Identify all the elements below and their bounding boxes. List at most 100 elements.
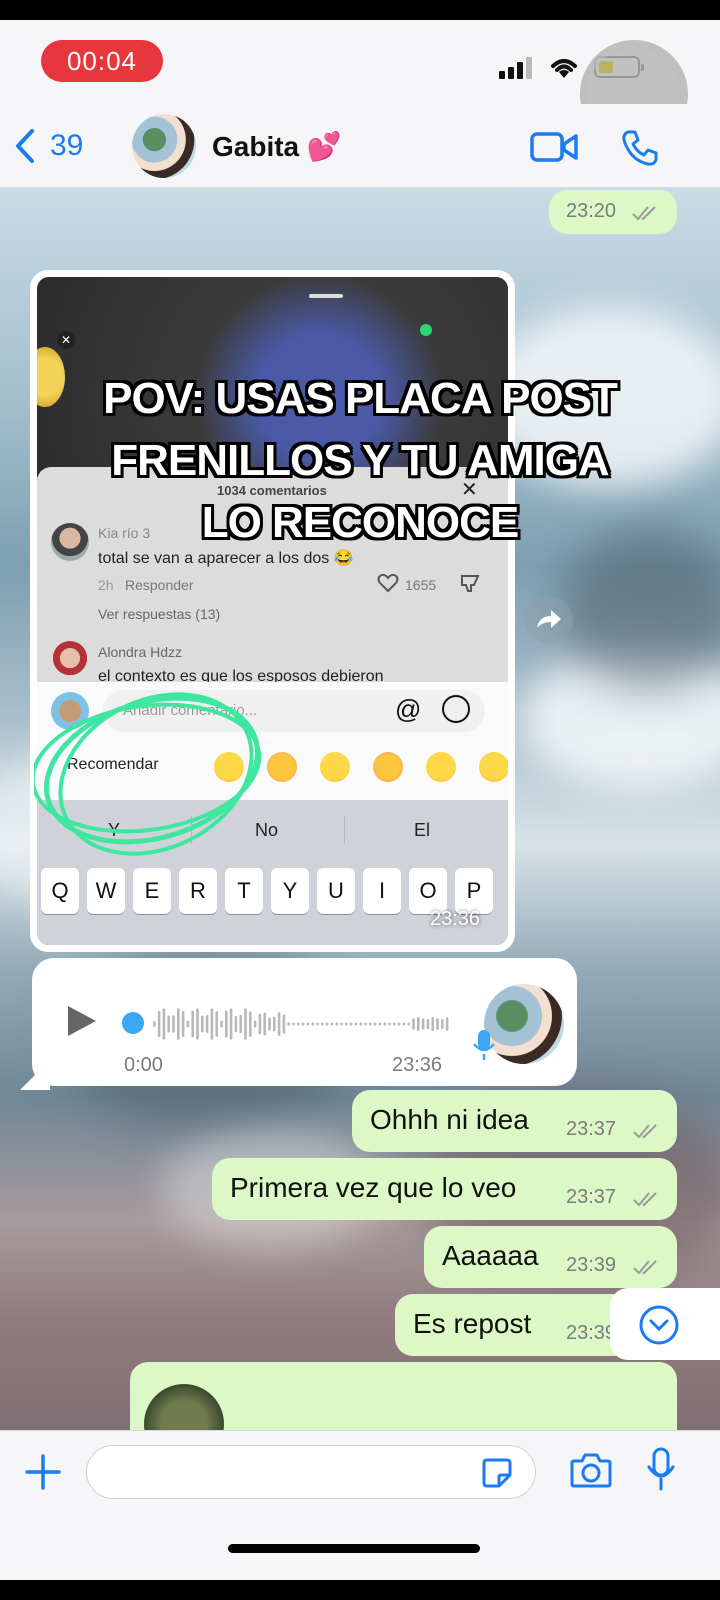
waveform-bar: [249, 1011, 252, 1037]
waveform-bar: [301, 1022, 305, 1026]
waveform-bar: [412, 1018, 415, 1030]
waveform-bar: [191, 1010, 194, 1038]
chat-header: 39 Gabita 💕: [0, 104, 720, 188]
waveform-bar: [172, 1015, 175, 1033]
message-input[interactable]: [86, 1445, 536, 1499]
voice-note-message[interactable]: 0:00 23:36: [32, 958, 577, 1086]
message-time: 23:39: [566, 1322, 617, 1344]
camera-icon[interactable]: [570, 1451, 612, 1489]
heart-icon: [377, 573, 399, 593]
forward-icon: [537, 610, 561, 628]
comment-age: 2h: [98, 577, 114, 593]
waveform-bar: [297, 1022, 300, 1026]
comment-username: Alondra Hdzz: [98, 644, 183, 660]
waveform-bar: [378, 1022, 382, 1026]
waveform-bar: [205, 1015, 209, 1033]
waveform-bar: [321, 1022, 324, 1026]
wifi-icon: [551, 59, 577, 78]
smirk-emoji-icon: [426, 752, 456, 782]
online-dot: [420, 324, 432, 336]
dislike-icon: [461, 575, 480, 592]
mention-icon: @: [395, 694, 422, 724]
read-ticks-icon: [633, 1192, 657, 1207]
waveform-bar: [153, 1021, 156, 1027]
back-button[interactable]: 39: [14, 124, 83, 168]
waveform-bar: [445, 1017, 449, 1031]
waveform-bar: [397, 1022, 401, 1026]
waveform-bar: [335, 1022, 338, 1026]
flushed-emoji-icon: [373, 752, 403, 782]
waveform-bar: [273, 1016, 276, 1032]
caption-line: LO RECONOCE: [201, 498, 520, 547]
waveform-bar: [441, 1019, 444, 1029]
cellular-signal-icon: [499, 57, 535, 79]
outgoing-message[interactable]: Ohhh ni idea 23:37: [352, 1090, 677, 1152]
waveform-bar: [268, 1017, 271, 1031]
message-time: 23:20: [566, 200, 617, 222]
waveform-bar: [330, 1022, 334, 1026]
waveform-bar: [393, 1022, 396, 1026]
close-icon: ✕: [57, 331, 75, 349]
waveform-bar: [349, 1022, 353, 1026]
waveform-bar: [306, 1022, 310, 1026]
waveform-bar: [369, 1022, 372, 1026]
waveform-bar: [354, 1022, 358, 1026]
message-input-bar: [0, 1430, 720, 1580]
key: I: [363, 868, 401, 914]
outgoing-message[interactable]: Primera vez que lo veo 23:37: [212, 1158, 677, 1220]
voice-time: 23:36: [392, 1054, 443, 1076]
waveform-bar: [244, 1008, 247, 1040]
waveform-bar: [282, 1014, 286, 1034]
waveform-bar: [215, 1011, 218, 1037]
unread-count: 39: [50, 129, 84, 162]
waveform-bar: [426, 1018, 430, 1030]
waveform-bar: [388, 1022, 391, 1026]
waveform-bar: [287, 1022, 290, 1026]
play-icon[interactable]: [66, 1004, 98, 1038]
waveform-bar: [181, 1010, 185, 1038]
smile-emoji-icon: [479, 752, 508, 782]
phone-call-icon[interactable]: [620, 128, 660, 168]
like-count: 1655: [405, 577, 437, 593]
scroll-to-bottom-button[interactable]: [610, 1288, 720, 1360]
waveform-bar: [373, 1022, 377, 1026]
waveform-bar: [407, 1022, 410, 1026]
view-replies-link: Ver respuestas (13): [98, 606, 221, 622]
waveform-bar: [253, 1020, 257, 1028]
message-time: 23:39: [566, 1254, 617, 1276]
waveform-bar: [186, 1020, 190, 1028]
outgoing-message[interactable]: 23:20: [549, 190, 677, 234]
emoji-icon: [442, 695, 470, 723]
sender-avatar: [484, 984, 564, 1064]
microphone-icon[interactable]: [646, 1447, 676, 1491]
contact-name[interactable]: Gabita 💕: [212, 130, 342, 163]
sticker-icon[interactable]: [481, 1457, 513, 1489]
read-ticks-icon: [633, 1124, 657, 1139]
waveform-bar: [316, 1022, 319, 1026]
message-text: Primera vez que lo veo: [230, 1172, 517, 1203]
waveform-bar: [292, 1022, 295, 1026]
waveform-bar: [201, 1015, 204, 1033]
chevron-left-icon: [16, 129, 34, 163]
read-ticks-icon: [632, 206, 656, 221]
microphone-icon: [473, 1030, 495, 1060]
waveform-bar: [157, 1010, 161, 1038]
plus-icon[interactable]: [24, 1453, 62, 1491]
forward-button[interactable]: [525, 596, 573, 644]
message-time: 23:37: [566, 1118, 617, 1140]
waveform-bar: [239, 1014, 242, 1034]
waveform-bar: [340, 1022, 343, 1026]
outgoing-message[interactable]: Aaaaaa 23:39: [424, 1226, 677, 1288]
screen-recording-indicator[interactable]: 00:04: [41, 40, 163, 82]
playback-knob[interactable]: [122, 1012, 144, 1034]
status-bar: 00:04: [0, 20, 720, 148]
waveform-bar: [325, 1022, 329, 1026]
contact-avatar[interactable]: [132, 114, 196, 178]
video-call-icon[interactable]: [530, 130, 578, 164]
reply-link: Responder: [125, 577, 194, 593]
waveform-bar: [417, 1017, 420, 1031]
waveform-bar: [277, 1012, 281, 1036]
waveform-bar: [431, 1017, 434, 1031]
waveform-bar: [383, 1022, 386, 1026]
caption-line: POV: USAS PLACA POST: [103, 374, 618, 423]
